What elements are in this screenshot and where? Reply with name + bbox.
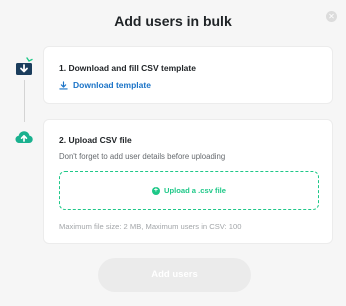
upload-limits-note: Maximum file size: 2 MB, Maximum users i… xyxy=(59,222,242,231)
plus-circle-icon: + xyxy=(151,186,160,195)
cloud-upload-icon xyxy=(15,131,33,143)
step-upload-card: 2. Upload CSV file Don't forget to add u… xyxy=(43,119,333,244)
upload-csv-label: Upload a .csv file xyxy=(163,186,227,195)
close-icon[interactable]: ✕ xyxy=(326,11,337,22)
csv-upload-dropzone[interactable]: + Upload a .csv file xyxy=(59,171,319,210)
step-connector xyxy=(24,80,25,122)
download-template-label: Download template xyxy=(73,80,151,90)
add-users-button[interactable]: Add users xyxy=(98,258,251,292)
step-upload-subtitle: Don't forget to add user details before … xyxy=(59,152,226,161)
step-download-title: 1. Download and fill CSV template xyxy=(59,63,196,73)
download-icon xyxy=(59,80,68,90)
step-download-card: 1. Download and fill CSV template Downlo… xyxy=(43,46,333,104)
bulk-add-users-modal: Add users in bulk ✕ 1. Download and fill… xyxy=(0,0,346,306)
download-template-link[interactable]: Download template xyxy=(59,80,151,90)
step-upload-title: 2. Upload CSV file xyxy=(59,135,132,145)
download-box-icon xyxy=(16,57,33,75)
modal-title: Add users in bulk xyxy=(114,13,232,29)
